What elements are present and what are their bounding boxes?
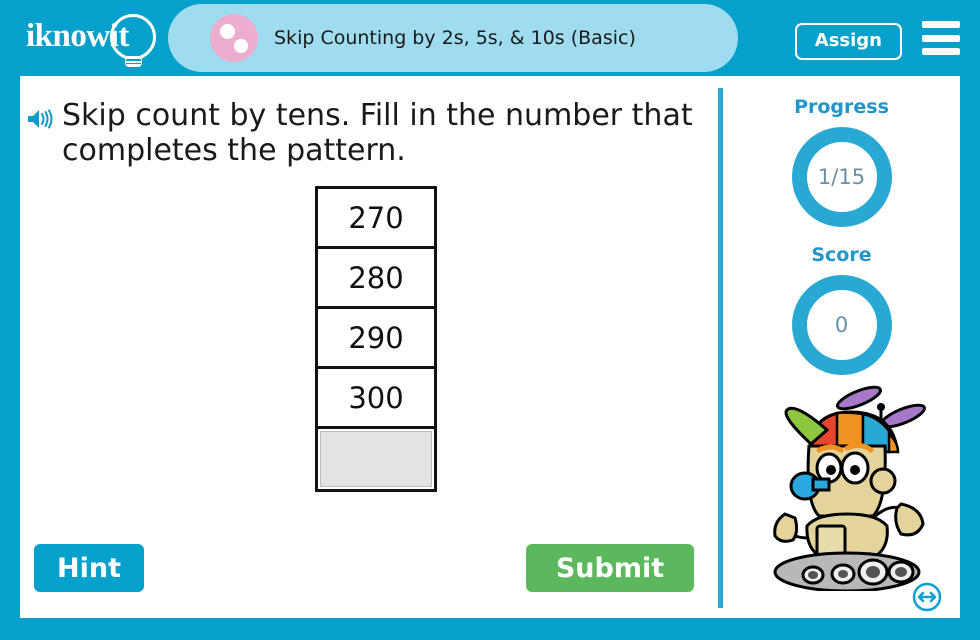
- hint-button[interactable]: Hint: [34, 544, 144, 592]
- progress-value: 1/15: [817, 165, 866, 189]
- lightbulb-base-icon: [125, 56, 142, 67]
- top-bar: iknowit Skip Counting by 2s, 5s, & 10s (…: [0, 0, 980, 76]
- resize-horizontal-icon[interactable]: [912, 582, 942, 612]
- menu-bar-1: [922, 21, 960, 28]
- frame-bottom-border: [0, 618, 980, 640]
- lesson-badge-icon: [210, 14, 258, 62]
- robot-mascot-image: [751, 376, 941, 593]
- question-area: Skip count by tens. Fill in the number t…: [26, 98, 696, 169]
- lightbulb-icon: [110, 14, 156, 60]
- table-row: 300: [318, 369, 434, 429]
- speaker-icon[interactable]: [26, 107, 54, 169]
- score-value: 0: [834, 313, 849, 337]
- submit-button[interactable]: Submit: [526, 544, 694, 592]
- badge-dot-small: [234, 39, 248, 53]
- progress-ring: 1/15: [791, 127, 892, 227]
- progress-block: Progress 1/15: [723, 96, 960, 227]
- pattern-table: 270 280 290 300: [315, 186, 437, 492]
- menu-bar-2: [922, 34, 960, 42]
- answer-row: [318, 429, 434, 489]
- content-stage: Skip count by tens. Fill in the number t…: [20, 76, 960, 618]
- table-row: 270: [318, 189, 434, 249]
- lesson-title: Skip Counting by 2s, 5s, & 10s (Basic): [274, 27, 636, 49]
- table-row: 280: [318, 249, 434, 309]
- site-logo[interactable]: iknowit: [24, 12, 164, 67]
- score-block: Score 0: [723, 244, 960, 375]
- menu-bar-3: [922, 48, 960, 55]
- progress-label: Progress: [794, 96, 889, 118]
- badge-dot-large: [220, 24, 235, 39]
- question-text: Skip count by tens. Fill in the number t…: [62, 98, 693, 169]
- frame-left-border: [0, 76, 20, 640]
- status-sidebar: Progress 1/15 Score 0: [723, 76, 960, 618]
- frame-right-border: [960, 76, 980, 640]
- answer-input[interactable]: [320, 431, 432, 487]
- lesson-title-panel: Skip Counting by 2s, 5s, & 10s (Basic): [168, 4, 738, 72]
- hamburger-menu-icon[interactable]: [922, 21, 960, 55]
- assign-button[interactable]: Assign: [794, 23, 902, 60]
- table-row: 290: [318, 309, 434, 369]
- score-ring: 0: [791, 275, 892, 375]
- app-root: iknowit Skip Counting by 2s, 5s, & 10s (…: [0, 0, 980, 640]
- score-label: Score: [811, 244, 872, 266]
